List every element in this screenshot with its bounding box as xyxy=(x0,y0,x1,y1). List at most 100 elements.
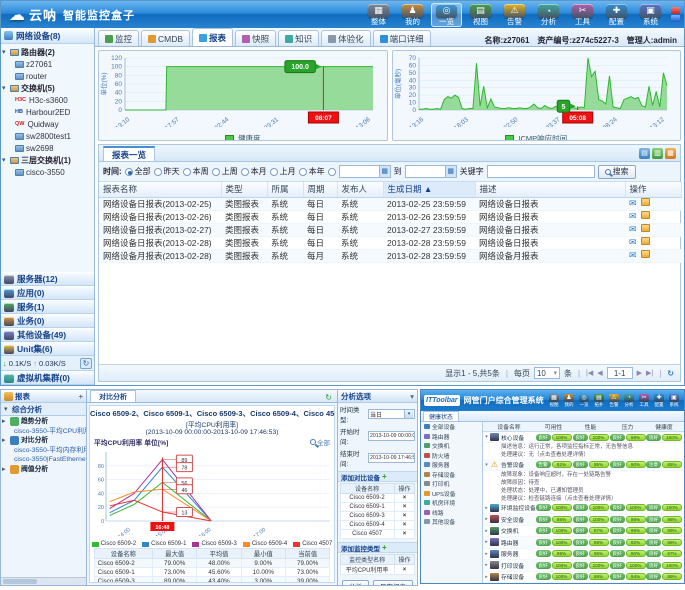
sidebar-panel-3[interactable]: 业务(0) xyxy=(1,314,94,328)
portal-sidebar-item-1[interactable]: 路由器 xyxy=(421,432,482,442)
analyze-button[interactable]: 分析 xyxy=(342,580,369,586)
tab-0[interactable]: 监控 xyxy=(98,30,139,46)
portal-sidebar-item-8[interactable]: 机房环境 xyxy=(421,498,482,508)
horizontal-scrollbar[interactable] xyxy=(1,577,86,585)
tab-3[interactable]: 快照 xyxy=(235,30,276,46)
radio-icon[interactable] xyxy=(154,168,162,176)
archive-report-icon[interactable] xyxy=(641,237,650,245)
portal-sidebar-item-3[interactable]: 防火墙 xyxy=(421,451,482,461)
column-header-1[interactable]: 类型 xyxy=(221,182,267,197)
tree-device-item[interactable]: z27061 xyxy=(2,58,93,70)
table-row[interactable]: 网络设备日报表(2013-02-28)类图报表系统每日系统2013-02-28 … xyxy=(99,236,681,249)
expand-icon[interactable]: ▸ xyxy=(483,551,490,557)
analysis-report-item[interactable]: cisco-3550|FastEthernet0/1 xyxy=(2,455,85,465)
filter-option-2[interactable]: 本周 xyxy=(183,166,209,177)
mail-report-icon[interactable]: ✉ xyxy=(629,237,637,247)
table-row[interactable]: 网络设备日报表(2013-02-26)类图报表系统每日系统2013-02-26 … xyxy=(99,210,681,223)
filter-option-1[interactable]: 昨天 xyxy=(154,166,180,177)
remove-device-icon[interactable]: × xyxy=(394,503,415,512)
analysis-nav-root[interactable]: ▾ 综合分析 xyxy=(1,403,86,416)
refresh-icon[interactable]: ↻ xyxy=(325,393,334,402)
portal-tool-overview[interactable]: ▦视图 xyxy=(547,394,561,407)
portal-tool-glance[interactable]: ◎一览 xyxy=(577,394,591,407)
health-row[interactable]: ▸存储设备良好100%良好99%良好94%良好99% xyxy=(483,572,684,583)
mail-report-icon[interactable]: ✉ xyxy=(629,198,637,208)
add-metric-icon[interactable]: + xyxy=(382,543,387,552)
portal-sidebar-item-0[interactable]: 全部设备 xyxy=(421,422,482,432)
health-row[interactable]: ▸环境监控设备良好100%良好100%良好100%良好100% xyxy=(483,503,684,514)
health-row[interactable]: ▾核心设备良好100%良好100%良好98%良好100% xyxy=(483,432,684,443)
column-header-0[interactable]: 报表名称 xyxy=(99,182,221,197)
radio-icon[interactable] xyxy=(125,168,133,176)
export-excel-icon[interactable]: ▤ xyxy=(639,148,650,159)
sidebar-panel-vm[interactable]: 虚拟机集群(0) xyxy=(1,371,94,385)
health-row[interactable]: ▸安全设备良好98%良好100%良好96%良好98% xyxy=(483,514,684,525)
filter-option-0[interactable]: 全部 xyxy=(125,166,151,177)
table-row[interactable]: 网络设备月报表(2013-02-28)类图报表系统每月系统2013-02-28 … xyxy=(99,249,681,262)
portal-sidebar-item-2[interactable]: 交换机 xyxy=(421,441,482,451)
expand-icon[interactable]: ▸ xyxy=(483,562,490,568)
filter-option-7[interactable] xyxy=(328,168,336,176)
health-row[interactable]: ▸服务器良好99%良好96%良好90%良好97% xyxy=(483,549,684,560)
analysis-nav-header[interactable]: 报表 + xyxy=(1,390,86,403)
column-header-7[interactable]: 操作 xyxy=(625,182,681,197)
tree-device-item[interactable]: H3CH3c-s3600 xyxy=(2,94,93,106)
date-to-input[interactable]: ▦ xyxy=(405,165,457,178)
expand-icon[interactable]: ▾ xyxy=(483,434,490,440)
device-tree-header[interactable]: 网络设备(8) xyxy=(1,28,94,44)
analysis-group-2[interactable]: ▸阀值分析 xyxy=(2,465,85,475)
nav-item-my[interactable]: ♟我的 xyxy=(397,3,428,27)
portal-sidebar-item-10[interactable]: 其他设备 xyxy=(421,517,482,527)
portal-tool-config[interactable]: ✚配置 xyxy=(652,394,666,407)
print-icon[interactable]: ▦ xyxy=(665,148,676,159)
calendar-icon[interactable]: ▦ xyxy=(445,166,456,177)
analysis-group-1[interactable]: ▸对比分析 xyxy=(2,436,85,446)
tab-1[interactable]: CMDB xyxy=(141,30,190,46)
calendar-icon[interactable]: ▦ xyxy=(379,166,390,177)
expand-icon[interactable]: ▸ xyxy=(483,574,490,580)
nav-item-system[interactable]: ▣系统 xyxy=(635,3,666,27)
first-page-button[interactable]: |◀ xyxy=(586,369,593,377)
remove-device-icon[interactable]: × xyxy=(394,521,415,530)
portal-tool-my[interactable]: ♟我的 xyxy=(562,394,576,407)
sidebar-panel-1[interactable]: 应用(0) xyxy=(1,286,94,300)
last-page-button[interactable]: ▶| xyxy=(646,369,653,377)
end-time-field[interactable]: 2013-10-09 17:46:53▦ xyxy=(368,453,415,463)
filter-option-4[interactable]: 本月 xyxy=(241,166,267,177)
nav-item-view[interactable]: ▤视图 xyxy=(465,3,496,27)
prev-page-button[interactable]: ◀ xyxy=(597,369,602,377)
report-name-link[interactable]: 网络设备日报表(2013-02-26) xyxy=(99,210,221,223)
radio-icon[interactable] xyxy=(270,168,278,176)
sidebar-panel-0[interactable]: 服务器(12) xyxy=(1,272,94,286)
analysis-group-0[interactable]: ▸趋势分析 xyxy=(2,417,85,427)
start-time-field[interactable]: 2013-10-09 00:00:00▦ xyxy=(368,431,415,441)
tree-device-item[interactable]: sw2800test1 xyxy=(2,130,93,142)
tree-group-2[interactable]: ▾三层交换机(1) xyxy=(2,154,93,166)
tree-group-0[interactable]: ▾路由器(2) xyxy=(2,46,93,58)
radio-icon[interactable] xyxy=(183,168,191,176)
sidebar-panel-5[interactable]: Unit集(6) xyxy=(1,342,94,356)
nav-item-analysis[interactable]: ◔分析 xyxy=(533,3,564,27)
filter-option-5[interactable]: 上月 xyxy=(270,166,296,177)
mail-report-icon[interactable]: ✉ xyxy=(629,211,637,221)
expand-icon[interactable]: ▸ xyxy=(483,539,490,545)
filter-option-6[interactable]: 本年 xyxy=(299,166,325,177)
radio-icon[interactable] xyxy=(328,168,336,176)
window-control-icon[interactable] xyxy=(671,7,680,14)
report-name-link[interactable]: 网络设备月报表(2013-02-28) xyxy=(99,249,221,262)
portal-tool-alarm[interactable]: ⚠告警 xyxy=(607,394,621,407)
report-name-link[interactable]: 网络设备日报表(2013-02-25) xyxy=(99,197,221,210)
column-header-5[interactable]: 生成日期 ▲ xyxy=(383,182,475,197)
add-device-icon[interactable]: + xyxy=(382,472,387,481)
tree-device-item[interactable]: sw2698 xyxy=(2,142,93,154)
nav-item-overview[interactable]: ▦整体 xyxy=(363,3,394,27)
radio-icon[interactable] xyxy=(299,168,307,176)
portal-sidebar-item-5[interactable]: 存储设备 xyxy=(421,470,482,480)
table-row[interactable]: 网络设备日报表(2013-02-25)类图报表系统每日系统2013-02-25 … xyxy=(99,197,681,210)
window-control-icon[interactable] xyxy=(671,15,680,22)
time-type-select[interactable]: 当日▾ xyxy=(368,409,415,419)
portal-tool-analysis[interactable]: ◔分析 xyxy=(622,394,636,407)
sidebar-panel-4[interactable]: 其他设备(49) xyxy=(1,328,94,342)
report-name-link[interactable]: 网络设备日报表(2013-02-27) xyxy=(99,223,221,236)
column-header-2[interactable]: 所属 xyxy=(267,182,303,197)
